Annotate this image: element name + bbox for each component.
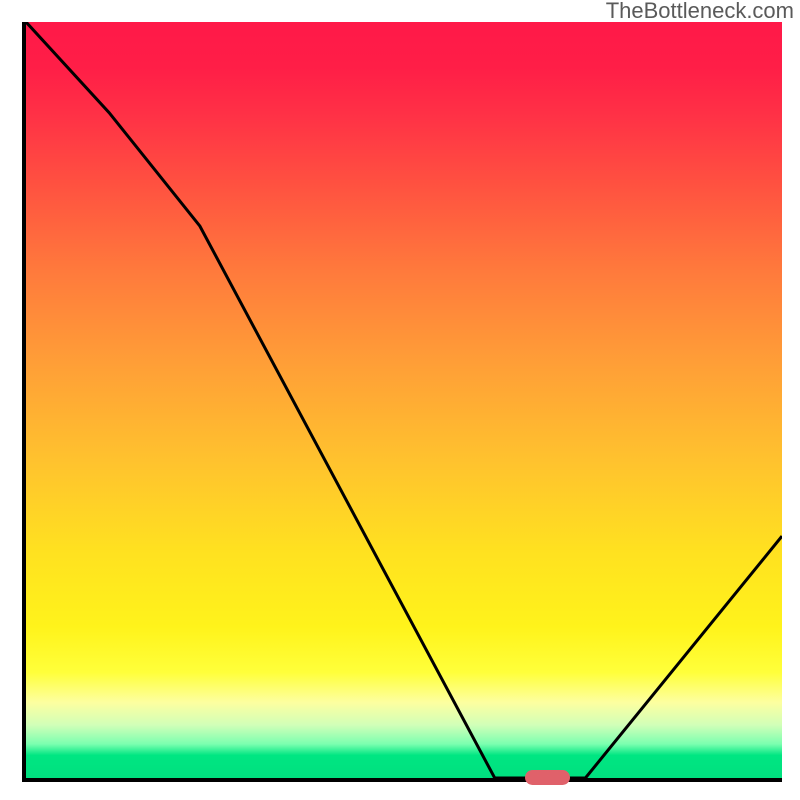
optimal-marker [525, 770, 570, 785]
plot-area [22, 22, 782, 782]
watermark-text: TheBottleneck.com [606, 0, 794, 24]
chart-frame: TheBottleneck.com [0, 0, 800, 800]
heat-gradient-background [26, 22, 782, 778]
